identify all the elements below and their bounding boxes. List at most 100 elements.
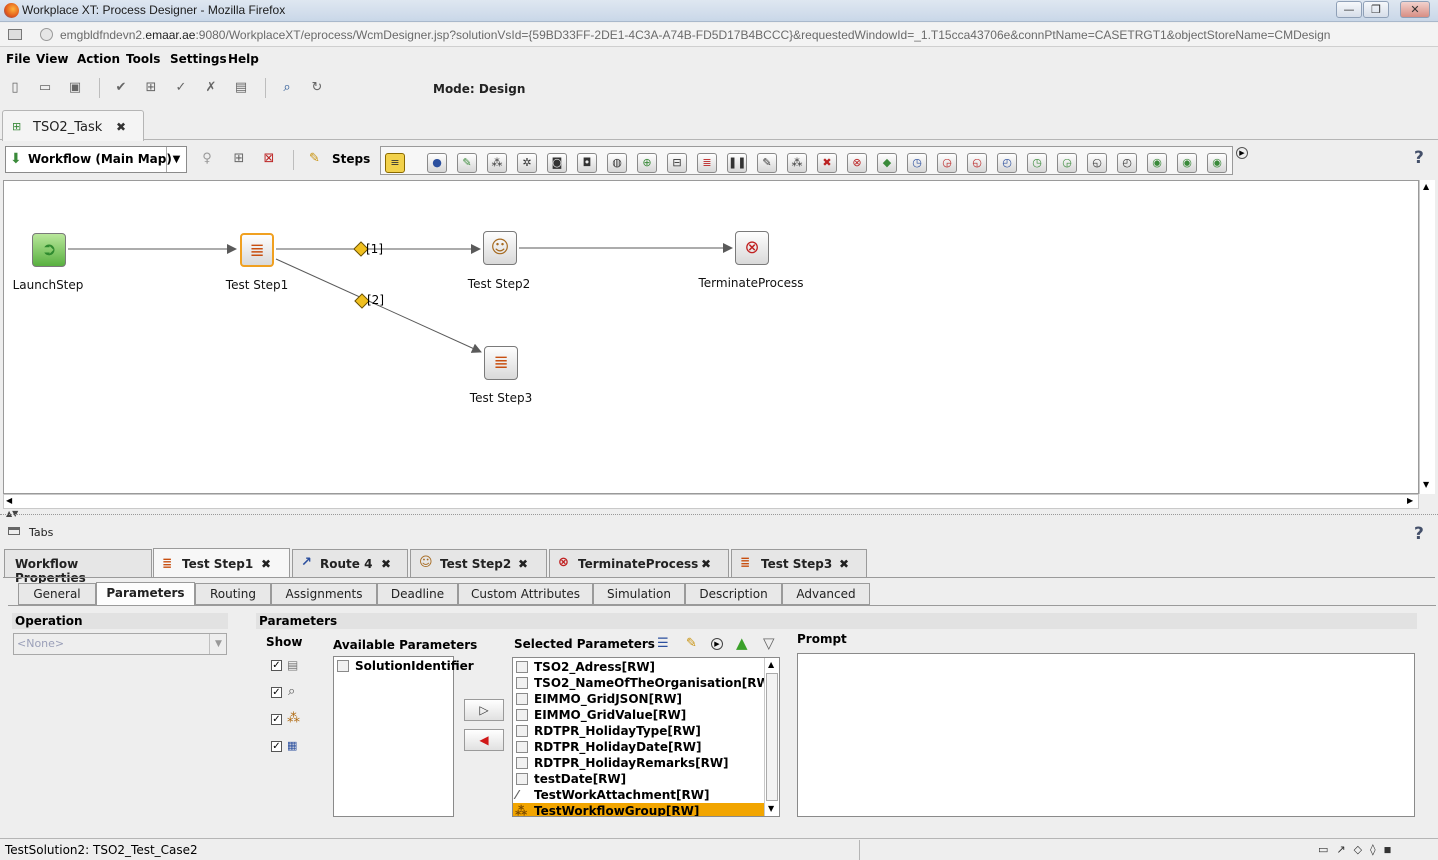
show-data-fields-checkbox[interactable]: ✓ [271,660,282,671]
panel-splitter[interactable] [0,514,1438,517]
selected-parameters-list[interactable]: TSO2_Adress[RW] TSO2_NameOfTheOrganisati… [512,657,780,817]
save-icon[interactable]: ▣ [67,80,83,96]
subtab-custom-attributes[interactable]: Custom Attributes [458,583,593,605]
available-parameters-list[interactable]: SolutionIdentifier [333,656,474,817]
timer-alert-icon[interactable]: ◵ [967,153,987,173]
pencil-icon[interactable]: ✎ [309,151,320,166]
new-icon[interactable]: ▯ [7,80,23,96]
test-step3-node[interactable]: ≣ [484,346,518,380]
subtab-parameters[interactable]: Parameters [96,582,195,606]
workflow-canvas[interactable]: [1] [2] ➲ LaunchStep ≣ Test Step1 ☺ Test… [3,180,1419,494]
web-receive-icon[interactable]: ◉ [1177,153,1197,173]
tab-test-step2[interactable]: ☺ Test Step2 ✖ [410,549,547,577]
list-item-selected[interactable]: ⁂ TestWorkflowGroup[RW] [513,803,779,816]
list-item[interactable]: RDTPR_HolidayType[RW] [513,723,779,739]
list-icon[interactable]: ≡ [385,153,405,173]
test-step2-node[interactable]: ☺ [483,231,517,265]
list-item[interactable]: EIMMO_GridJSON[RW] [513,691,779,707]
check-in-icon[interactable]: ⊞ [143,80,159,96]
scroll-left-icon[interactable]: ◀ [6,496,12,505]
scroll-down-icon[interactable]: ▼ [768,804,774,813]
circle-step-icon[interactable]: ● [427,153,447,173]
route-icon[interactable]: ◆ [877,153,897,173]
edit-icon[interactable]: ✎ [686,636,697,651]
scroll-right-icon[interactable]: ▶ [1407,496,1413,505]
tab-tso2-task[interactable]: ⊞ TSO2_Task ✖ [2,110,144,141]
remove-parameter-button[interactable]: ◀ [464,729,504,751]
list-item[interactable]: TSO2_Adress[RW] [513,659,779,675]
scroll-thumb[interactable] [766,673,778,801]
terminate-process-node[interactable]: ⊗ [735,231,769,265]
url-text[interactable]: emgbldfndevn2.emaar.ae:9080/WorkplaceXT/… [60,28,1330,42]
subtab-advanced[interactable]: Advanced [782,583,870,605]
close-tab-icon[interactable]: ✖ [518,557,528,571]
web-service-icon[interactable]: ◉ [1147,153,1167,173]
route-label-2[interactable]: [2] [367,293,384,307]
move-down-icon[interactable]: ▽ [763,634,775,652]
chevron-down-icon[interactable]: ▼ [209,634,227,654]
general-step-icon[interactable]: ✎ [457,153,477,173]
map-select[interactable]: ⬇ Workflow (Main Map) ▼ [5,146,187,173]
subtab-description[interactable]: Description [685,583,782,605]
menu-file[interactable]: File [6,52,31,66]
scroll-up-icon[interactable]: ▲ [1423,182,1429,191]
tools-icon[interactable]: ✗ [203,80,219,96]
close-tab-icon[interactable]: ✖ [381,557,391,571]
subtab-deadline[interactable]: Deadline [377,583,458,605]
list-item[interactable]: testDate[RW] [513,771,779,787]
timer-search-icon[interactable]: ◴ [997,153,1017,173]
close-window-button[interactable]: ✕ [1400,1,1430,18]
tab-terminate-process[interactable]: ⊗ TerminateProcess ✖ [549,549,729,577]
timer-stop-icon[interactable]: ◶ [937,153,957,173]
canvas-horizontal-scrollbar[interactable]: ◀ ▶ [3,494,1419,509]
launch-step-node[interactable]: ➲ [32,233,66,267]
list-item[interactable]: SolutionIdentifier [334,658,474,674]
operation-select[interactable]: <None> ▼ [13,633,227,655]
component-step-icon[interactable]: ◙ [547,153,567,173]
close-tab-icon[interactable]: ✖ [116,120,126,134]
menu-view[interactable]: View [36,52,68,66]
route-label-1[interactable]: [1] [366,242,383,256]
restore-button[interactable]: ❐ [1363,1,1389,18]
close-tab-icon[interactable]: ✖ [261,557,271,571]
terminate-branch-icon[interactable]: ⊗ [847,153,867,173]
submap-step-icon[interactable]: ⊕ [637,153,657,173]
zoom-icon[interactable]: ⌕ [279,80,295,96]
move-up-icon[interactable]: ▲ [736,634,748,652]
list-item[interactable]: TSO2_NameOfTheOrganisation[RW] [513,675,779,691]
canvas-vertical-scrollbar[interactable]: ▲ ▼ [1419,180,1435,494]
tab-route-4[interactable]: ↗ Route 4 ✖ [292,549,408,577]
scroll-up-icon[interactable]: ▲ [768,660,774,669]
show-xml-checkbox[interactable]: ✓ [271,741,282,752]
list-item[interactable]: ⁄ TestWorkAttachment[RW] [513,787,779,803]
list-options-icon[interactable]: ☰ [657,636,669,651]
subtab-general[interactable]: General [18,583,96,605]
timer-add-icon[interactable]: ◷ [1027,153,1047,173]
validate-icon[interactable]: ✔ [113,80,129,96]
document-step-icon[interactable]: ✎ [757,153,777,173]
key-icon[interactable]: ♀ [199,151,215,167]
play-icon[interactable]: ▶ [711,638,723,650]
list-item[interactable]: EIMMO_GridValue[RW] [513,707,779,723]
add-map-icon[interactable]: ⊞ [231,151,247,167]
timer-group-icon[interactable]: ◵ [1087,153,1107,173]
assign-step-icon[interactable]: ◍ [607,153,627,173]
show-attachments-checkbox[interactable]: ✓ [271,687,282,698]
database-step-icon[interactable]: ≣ [697,153,717,173]
list-scrollbar[interactable]: ▲ ▼ [764,658,779,816]
open-icon[interactable]: ▭ [37,80,53,96]
subtab-assignments[interactable]: Assignments [271,583,377,605]
web-reply-icon[interactable]: ◉ [1207,153,1227,173]
refresh-icon[interactable]: ↻ [309,80,325,96]
steps-button[interactable]: Steps [332,152,370,166]
scroll-down-icon[interactable]: ▼ [1423,480,1429,489]
subtab-routing[interactable]: Routing [195,583,271,605]
panel-help-icon[interactable]: ? [1414,524,1424,544]
tab-workflow-properties[interactable]: Workflow Properties [4,549,152,585]
add-parameter-button[interactable]: ▷ [464,699,504,721]
timer-wait-icon[interactable]: ◴ [1117,153,1137,173]
minimize-button[interactable]: — [1336,1,1362,18]
pause-step-icon[interactable]: ❚❚ [727,153,747,173]
menu-settings[interactable]: Settings [170,52,227,66]
tab-test-step3[interactable]: ≣ Test Step3 ✖ [731,549,867,577]
